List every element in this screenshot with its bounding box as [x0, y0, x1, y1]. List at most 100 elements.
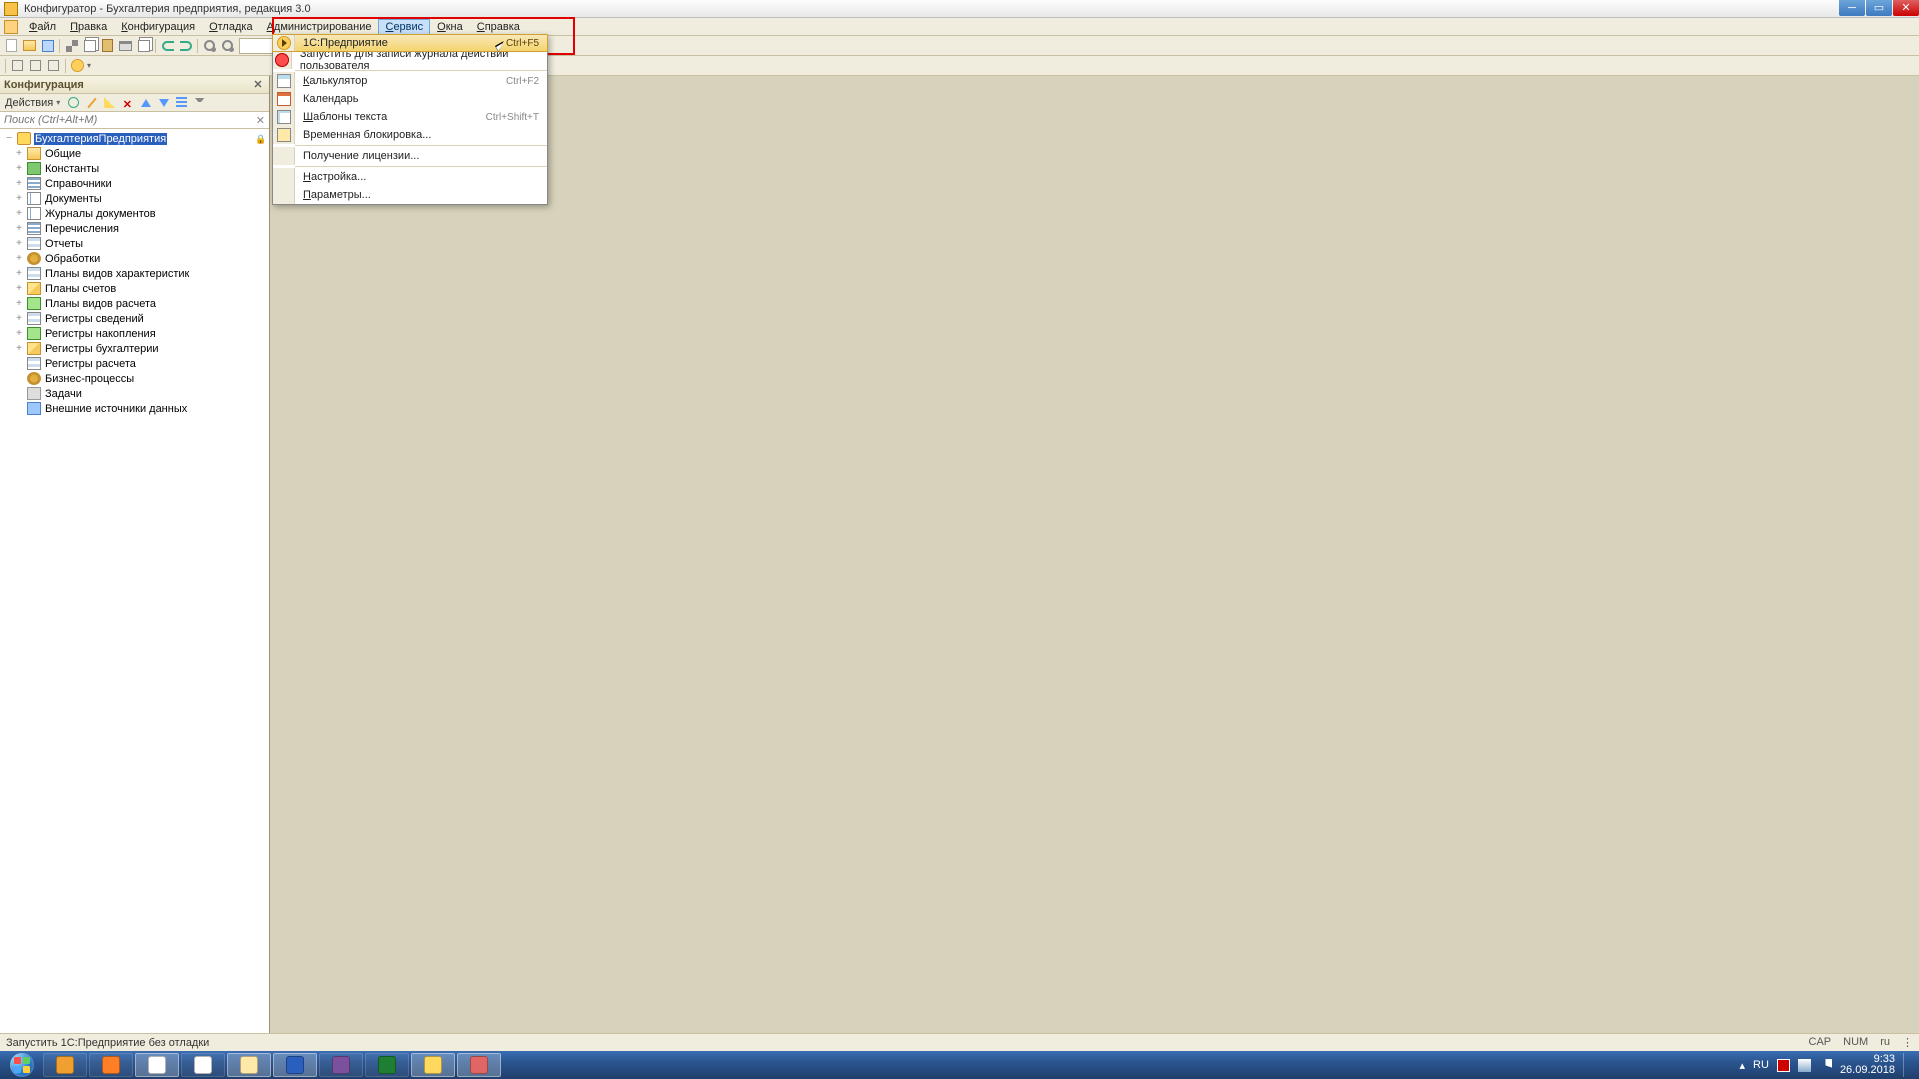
menu-справка[interactable]: Справка: [470, 19, 527, 35]
tree-node[interactable]: +Планы счетов: [0, 281, 269, 296]
service-menu-dropdown: 1С:ПредприятиеCtrl+F5Запустить для запис…: [272, 34, 548, 205]
sidebar-search-input[interactable]: [4, 114, 256, 126]
sort-button[interactable]: [173, 94, 190, 111]
menu-item[interactable]: Временная блокировка...: [273, 126, 547, 144]
run-button[interactable]: [69, 57, 86, 74]
move-down-button[interactable]: [155, 94, 172, 111]
winamp-icon: [56, 1056, 74, 1074]
tree-node[interactable]: +Перечисления: [0, 221, 269, 236]
compare-button[interactable]: [135, 37, 152, 54]
open-button[interactable]: [21, 37, 38, 54]
undo-button[interactable]: [159, 37, 176, 54]
taskbar-app-explorer[interactable]: [227, 1053, 271, 1077]
taskbar-app-app[interactable]: [457, 1053, 501, 1077]
tree-node[interactable]: +Общие: [0, 146, 269, 161]
tree-node[interactable]: +Планы видов характеристик: [0, 266, 269, 281]
tree-node-label: Регистры сведений: [44, 313, 145, 325]
delete-button[interactable]: ✕: [119, 94, 136, 111]
tree-node[interactable]: +Регистры накопления: [0, 326, 269, 341]
filter-button[interactable]: [191, 94, 208, 111]
tree-node[interactable]: +Планы видов расчета: [0, 296, 269, 311]
taskbar-app-chrome[interactable]: [135, 1053, 179, 1077]
copy-button[interactable]: [81, 37, 98, 54]
tree-node[interactable]: +Регистры бухгалтерии: [0, 341, 269, 356]
taskbar-app-1c[interactable]: [411, 1053, 455, 1077]
minimize-button[interactable]: ─: [1839, 0, 1865, 16]
taskbar-app-winamp[interactable]: [43, 1053, 87, 1077]
menu-правка[interactable]: Правка: [63, 19, 114, 35]
gray-icon: [27, 387, 41, 400]
menu-item[interactable]: Шаблоны текстаCtrl+Shift+T: [273, 108, 547, 126]
toggle-panel-button[interactable]: [9, 57, 26, 74]
add-button[interactable]: [65, 94, 82, 111]
network-icon[interactable]: [1798, 1059, 1811, 1072]
explorer-icon: [240, 1056, 258, 1074]
taskbar-app-word[interactable]: [273, 1053, 317, 1077]
menu-сервис[interactable]: Сервис: [378, 19, 430, 35]
tree-node-label: Регистры расчета: [44, 358, 137, 370]
close-button[interactable]: ✕: [1893, 0, 1919, 16]
zoom-button[interactable]: [219, 37, 236, 54]
tree-root[interactable]: − БухгалтерияПредприятия 🔒: [0, 131, 269, 146]
tray-clock[interactable]: 9:33 26.09.2018: [1840, 1054, 1895, 1076]
taskbar-app-yandex[interactable]: [181, 1053, 225, 1077]
redo-button[interactable]: [177, 37, 194, 54]
blue-icon: [27, 402, 41, 415]
taskbar-app-viber[interactable]: [319, 1053, 363, 1077]
menu-конфигурация[interactable]: Конфигурация: [114, 19, 202, 35]
app-icon: [4, 2, 18, 16]
clear-search-icon[interactable]: ✕: [256, 114, 265, 127]
tree-button[interactable]: [45, 57, 62, 74]
menu-item-label: Получение лицензии...: [295, 150, 419, 162]
tree-node[interactable]: +Константы: [0, 161, 269, 176]
config-tree[interactable]: − БухгалтерияПредприятия 🔒 +Общие+Конста…: [0, 129, 269, 1033]
tree-node[interactable]: Регистры расчета: [0, 356, 269, 371]
wand-button[interactable]: [101, 94, 118, 111]
taskbar-app-firefox[interactable]: [89, 1053, 133, 1077]
start-button[interactable]: [2, 1051, 42, 1079]
menu-окна[interactable]: Окна: [430, 19, 470, 35]
edit-button[interactable]: [83, 94, 100, 111]
lang-indicator[interactable]: RU: [1753, 1059, 1769, 1071]
maximize-button[interactable]: ▭: [1866, 0, 1892, 16]
props-button[interactable]: [27, 57, 44, 74]
menu-файл[interactable]: Файл: [22, 19, 63, 35]
sidebar-close-icon[interactable]: ✕: [251, 78, 265, 92]
show-desktop-button[interactable]: [1903, 1053, 1911, 1077]
tree-node[interactable]: Бизнес-процессы: [0, 371, 269, 386]
flag-icon[interactable]: [1777, 1059, 1790, 1072]
move-up-button[interactable]: [137, 94, 154, 111]
tree-node[interactable]: +Справочники: [0, 176, 269, 191]
sidebar-search: ✕: [0, 112, 269, 129]
system-menu-icon[interactable]: [4, 20, 18, 34]
tree-node[interactable]: +Обработки: [0, 251, 269, 266]
tree-node[interactable]: +Отчеты: [0, 236, 269, 251]
menu-item[interactable]: Запустить для записи журнала действий по…: [273, 51, 547, 69]
menu-item[interactable]: Календарь: [273, 90, 547, 108]
taskbar-app-excel[interactable]: [365, 1053, 409, 1077]
tree-node-label: Бизнес-процессы: [44, 373, 135, 385]
menu-item[interactable]: Получение лицензии...: [273, 147, 547, 165]
new-button[interactable]: [3, 37, 20, 54]
tree-node[interactable]: Задачи: [0, 386, 269, 401]
menu-отладка[interactable]: Отладка: [202, 19, 260, 35]
tree-node[interactable]: Внешние источники данных: [0, 401, 269, 416]
tray-expand-icon[interactable]: ▴: [1740, 1059, 1746, 1072]
cut-button[interactable]: [63, 37, 80, 54]
tree-node[interactable]: +Журналы документов: [0, 206, 269, 221]
tree-node[interactable]: +Регистры сведений: [0, 311, 269, 326]
paste-button[interactable]: [99, 37, 116, 54]
menu-администрирование[interactable]: Администрирование: [260, 19, 379, 35]
volume-icon[interactable]: [1819, 1059, 1832, 1072]
print-button[interactable]: [117, 37, 134, 54]
find-button[interactable]: [201, 37, 218, 54]
save-button[interactable]: [39, 37, 56, 54]
actions-button[interactable]: Действия: [3, 97, 55, 109]
menu-item[interactable]: КалькуляторCtrl+F2: [273, 72, 547, 90]
folder-icon: [27, 147, 41, 160]
menu-item-label: Калькулятор: [295, 75, 367, 87]
menu-item[interactable]: 1С:ПредприятиеCtrl+F5: [272, 34, 548, 52]
tree-node[interactable]: +Документы: [0, 191, 269, 206]
menu-item[interactable]: Параметры...: [273, 186, 547, 204]
menu-item[interactable]: Настройка...: [273, 168, 547, 186]
